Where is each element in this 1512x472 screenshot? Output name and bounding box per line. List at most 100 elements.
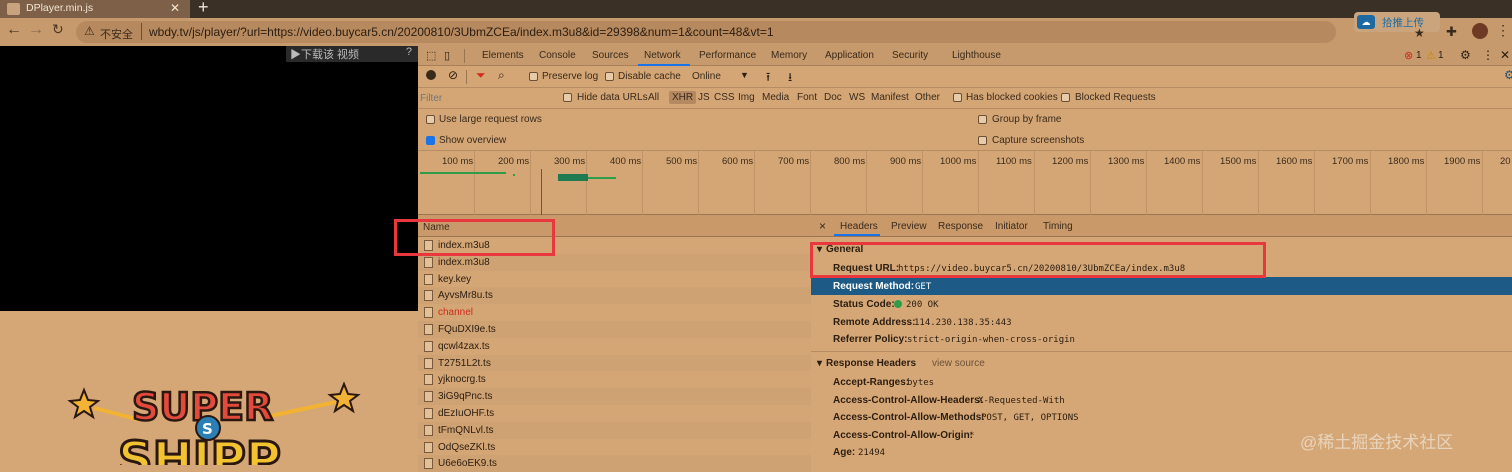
clear-icon[interactable]: ⊘ xyxy=(448,68,458,82)
network-settings-gear-icon[interactable]: ⚙ xyxy=(1504,68,1512,82)
filter-type-all[interactable]: All xyxy=(648,92,659,103)
request-name[interactable]: OdQseZKl.ts xyxy=(438,442,495,453)
large-rows-checkbox[interactable] xyxy=(426,115,435,124)
filter-type-font[interactable]: Font xyxy=(797,92,817,103)
upload-extension-button[interactable]: ☁ 拾推上传 xyxy=(1354,12,1440,32)
filter-input[interactable] xyxy=(420,91,554,105)
search-icon[interactable]: ⌕ xyxy=(498,68,505,83)
new-tab-icon[interactable]: + xyxy=(198,0,209,18)
show-overview-checkbox[interactable] xyxy=(426,136,435,145)
filter-type-manifest[interactable]: Manifest xyxy=(871,92,909,103)
devtools-tab-security[interactable]: Security xyxy=(892,50,928,61)
disable-cache-checkbox[interactable] xyxy=(605,72,614,81)
request-name[interactable]: channel xyxy=(438,307,473,318)
detail-tab-preview[interactable]: Preview xyxy=(891,221,927,232)
url-text[interactable]: wbdy.tv/js/player/?url=https://video.buy… xyxy=(149,25,774,39)
inspect-element-icon[interactable]: ⬚ xyxy=(426,49,436,62)
devtools-tab-network[interactable]: Network xyxy=(644,50,681,61)
view-source-link[interactable]: view source xyxy=(932,358,985,369)
request-row[interactable]: channel xyxy=(418,304,811,322)
request-row[interactable]: tFmQNLvl.ts xyxy=(418,421,811,439)
preserve-log-checkbox[interactable] xyxy=(529,72,538,81)
devtools-tab-console[interactable]: Console xyxy=(539,50,576,61)
capture-screenshots-checkbox[interactable] xyxy=(978,136,987,145)
request-row[interactable]: AyvsMr8u.ts xyxy=(418,287,811,305)
filter-type-doc[interactable]: Doc xyxy=(824,92,842,103)
profile-avatar[interactable] xyxy=(1472,23,1488,39)
filter-type-img[interactable]: Img xyxy=(738,92,755,103)
insecure-label[interactable]: 不安全 xyxy=(100,26,133,42)
detail-tab-headers[interactable]: Headers xyxy=(840,221,878,232)
devtools-tab-sources[interactable]: Sources xyxy=(592,50,629,61)
device-toolbar-icon[interactable]: ▯ xyxy=(444,49,450,62)
devtools-tab-memory[interactable]: Memory xyxy=(771,50,807,61)
filter-type-js[interactable]: JS xyxy=(698,92,710,103)
tab-close-icon[interactable]: ✕ xyxy=(170,1,180,15)
request-name[interactable]: 3iG9qPnc.ts xyxy=(438,391,492,402)
filter-type-css[interactable]: CSS xyxy=(714,92,735,103)
filter-type-media[interactable]: Media xyxy=(762,92,789,103)
filter-type-xhr[interactable]: XHR xyxy=(669,91,697,104)
warning-icon[interactable]: ⚠ xyxy=(84,24,95,38)
request-name[interactable]: tFmQNLvl.ts xyxy=(438,425,494,436)
response-toggle-icon[interactable]: ▾ xyxy=(817,358,822,369)
devtools-tab-application[interactable]: Application xyxy=(825,50,874,61)
devtools-tab-performance[interactable]: Performance xyxy=(699,50,756,61)
request-name[interactable]: U6e6oEK9.ts xyxy=(438,458,497,469)
close-detail-icon[interactable]: × xyxy=(819,219,826,233)
detail-tab-timing[interactable]: Timing xyxy=(1043,221,1073,232)
request-name[interactable]: qcwl4zax.ts xyxy=(438,341,490,352)
request-row[interactable]: OdQseZKl.ts xyxy=(418,438,811,456)
request-row[interactable]: U6e6oEK9.ts xyxy=(418,455,811,472)
download-video-bar[interactable]: ▶下载该 视频 ? xyxy=(286,46,418,62)
bookmark-star-icon[interactable]: ★ xyxy=(1414,26,1425,40)
request-name[interactable]: yjknocrg.ts xyxy=(438,374,486,385)
response-headers-title[interactable]: Response Headers xyxy=(826,358,916,369)
request-row[interactable]: FQuDXI9e.ts xyxy=(418,321,811,338)
warning-count[interactable]: 1 xyxy=(1438,50,1444,61)
warning-count-icon[interactable]: ⚠ xyxy=(1426,49,1436,62)
throttle-select[interactable]: Online xyxy=(692,71,721,82)
forward-icon[interactable]: → xyxy=(28,21,44,39)
group-by-frame-checkbox[interactable] xyxy=(978,115,987,124)
request-name[interactable]: key.key xyxy=(438,274,471,285)
request-row[interactable]: 3iG9qPnc.ts xyxy=(418,388,811,406)
request-name[interactable]: AyvsMr8u.ts xyxy=(438,290,493,301)
filter-type-ws[interactable]: WS xyxy=(849,92,865,103)
settings-gear-icon[interactable]: ⚙ xyxy=(1460,48,1471,62)
filter-type-other[interactable]: Other xyxy=(915,92,940,103)
import-har-icon[interactable]: ⭱ xyxy=(766,68,770,89)
request-name[interactable]: index.m3u8 xyxy=(438,257,490,268)
devtools-tab-lighthouse[interactable]: Lighthouse xyxy=(952,50,1001,61)
devtools-menu-icon[interactable]: ⋮ xyxy=(1482,48,1494,62)
extensions-puzzle-icon[interactable]: ✚ xyxy=(1446,24,1457,40)
hide-data-urls-checkbox[interactable] xyxy=(563,93,572,102)
detail-tab-initiator[interactable]: Initiator xyxy=(995,221,1028,232)
request-row[interactable]: index.m3u8 xyxy=(418,253,811,271)
request-name[interactable]: dEzIuOHF.ts xyxy=(438,408,494,419)
request-row[interactable]: T2751L2t.ts xyxy=(418,354,811,372)
chevron-down-icon[interactable]: ▼ xyxy=(740,70,749,80)
help-icon[interactable]: ? xyxy=(406,46,412,58)
devtools-tab-elements[interactable]: Elements xyxy=(482,50,524,61)
video-player[interactable] xyxy=(0,46,418,311)
filter-funnel-icon[interactable]: ⏷ xyxy=(476,68,486,83)
request-name[interactable]: T2751L2t.ts xyxy=(438,358,491,369)
browser-tab[interactable]: DPlayer.min.js ✕ xyxy=(0,0,190,18)
request-row[interactable]: key.key xyxy=(418,270,811,288)
request-row[interactable]: dEzIuOHF.ts xyxy=(418,405,811,422)
error-icon[interactable]: ⊗ xyxy=(1404,49,1413,62)
omnibox[interactable]: ⚠ 不安全 wbdy.tv/js/player/?url=https://vid… xyxy=(76,21,1336,43)
error-count[interactable]: 1 xyxy=(1416,50,1422,61)
has-blocked-cookies-checkbox[interactable] xyxy=(953,93,962,102)
request-row[interactable]: qcwl4zax.ts xyxy=(418,337,811,355)
request-name[interactable]: FQuDXI9e.ts xyxy=(438,324,496,335)
record-icon[interactable] xyxy=(426,70,436,80)
close-devtools-icon[interactable]: ✕ xyxy=(1500,48,1510,62)
export-har-icon[interactable]: ⭳ xyxy=(788,68,792,89)
back-icon[interactable]: ← xyxy=(6,21,22,39)
request-row[interactable]: yjknocrg.ts xyxy=(418,371,811,389)
detail-tab-response[interactable]: Response xyxy=(938,221,983,232)
download-video-label[interactable]: ▶下载该 视频 xyxy=(290,49,359,61)
browser-menu-icon[interactable]: ⋮ xyxy=(1496,22,1510,39)
